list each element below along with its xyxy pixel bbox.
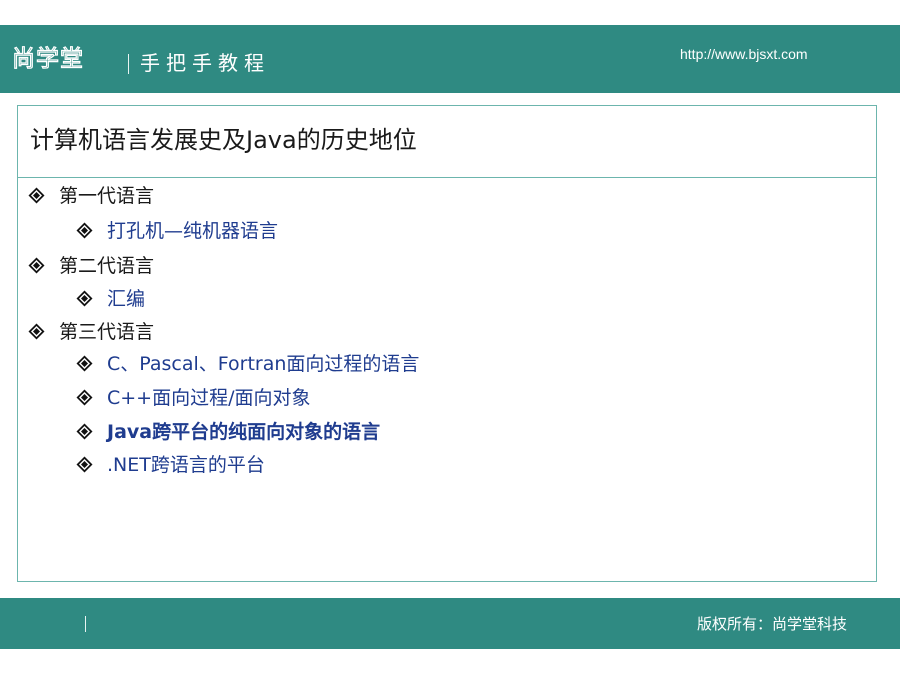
brand-logo: 尚学堂	[11, 45, 84, 72]
diamond-bullet-icon	[76, 222, 93, 239]
bullet-text: .NET跨语言的平台	[107, 454, 265, 476]
diamond-bullet-icon	[28, 323, 45, 340]
bullet-item: 汇编	[76, 286, 145, 312]
bullet-list: 第一代语言 打孔机—纯机器语言 第二代语言 汇编 第三代语言 C、Pascal、…	[18, 106, 876, 581]
diamond-bullet-icon	[76, 423, 93, 440]
bullet-item: .NET跨语言的平台	[76, 452, 265, 478]
bullet-item: C、Pascal、Fortran面向过程的语言	[76, 351, 419, 377]
bullet-text: 汇编	[107, 288, 146, 310]
header-bar: 尚学堂 手把手教程 http://www.bjsxt.com	[0, 25, 900, 93]
diamond-bullet-icon	[28, 187, 45, 204]
bullet-text: C、Pascal、Fortran面向过程的语言	[107, 353, 420, 375]
diamond-bullet-icon	[76, 456, 93, 473]
bullet-item: 打孔机—纯机器语言	[76, 218, 278, 244]
footer-bar: 版权所有：尚学堂科技	[0, 598, 900, 649]
bullet-text: 打孔机—纯机器语言	[107, 220, 279, 242]
slide: 尚学堂 手把手教程 http://www.bjsxt.com 计算机语言发展史及…	[0, 0, 900, 675]
footer-copyright: 版权所有：尚学堂科技	[697, 615, 848, 633]
diamond-bullet-icon	[28, 257, 45, 274]
bullet-item: C++面向过程/面向对象	[76, 385, 311, 411]
bullet-item: 第一代语言	[28, 183, 154, 209]
bullet-item: Java跨平台的纯面向对象的语言	[76, 419, 380, 445]
bullet-text: 第一代语言	[59, 185, 155, 207]
diamond-bullet-icon	[76, 389, 93, 406]
bullet-item: 第二代语言	[28, 253, 154, 279]
header-url: http://www.bjsxt.com	[680, 46, 808, 62]
header-divider	[128, 54, 129, 74]
footer-divider	[85, 616, 86, 632]
bullet-text: 第三代语言	[59, 321, 155, 343]
diamond-bullet-icon	[76, 290, 93, 307]
header-tagline: 手把手教程	[140, 51, 270, 75]
diamond-bullet-icon	[76, 355, 93, 372]
content-frame: 计算机语言发展史及Java的历史地位 第一代语言 打孔机—纯机器语言 第二代语言…	[17, 105, 877, 582]
bullet-item: 第三代语言	[28, 319, 154, 345]
bullet-text: C++面向过程/面向对象	[107, 387, 311, 409]
bullet-text: Java跨平台的纯面向对象的语言	[107, 421, 381, 443]
bullet-text: 第二代语言	[59, 255, 155, 277]
